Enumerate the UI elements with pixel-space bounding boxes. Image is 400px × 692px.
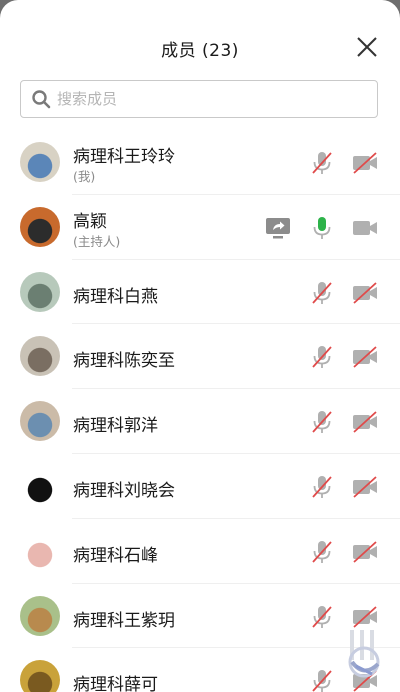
member-name: 病理科白燕 — [73, 286, 158, 307]
search-box[interactable] — [20, 80, 378, 118]
member-avatar — [20, 660, 60, 692]
sheet-header: 成员 (23) — [0, 0, 400, 78]
member-name: 病理科陈奕至 — [73, 351, 175, 372]
member-name: 病理科王紫玥 — [73, 610, 175, 631]
member-avatar — [20, 206, 60, 247]
members-sheet: 成员 (23) 病理科王玲玲 (我) 高颖(主持人) 病理科白燕病理科陈奕至病理科郭洋… — [0, 0, 400, 692]
member-row[interactable]: 病理科郭洋 — [0, 389, 400, 454]
member-avatar — [20, 401, 60, 442]
member-row[interactable]: 病理科白燕 — [0, 260, 400, 325]
screen-share-icon[interactable] — [264, 215, 292, 241]
microphone-muted-icon[interactable] — [308, 344, 336, 370]
page-title: 成员 (23) — [161, 41, 239, 61]
member-avatar — [20, 530, 60, 571]
member-name: 病理科王玲玲 — [73, 147, 175, 167]
camera-off-icon[interactable] — [351, 344, 379, 370]
member-avatar — [20, 271, 60, 312]
camera-off-icon[interactable] — [351, 150, 379, 176]
member-row[interactable]: 病理科陈奕至 — [0, 324, 400, 389]
member-avatar — [20, 465, 60, 506]
microphone-muted-icon[interactable] — [308, 280, 336, 306]
microphone-muted-icon[interactable] — [308, 668, 336, 692]
member-row[interactable]: 病理科王玲玲 (我) — [0, 130, 400, 195]
member-row[interactable]: 高颖 (主持人) — [0, 195, 400, 260]
member-name: 高颖 — [73, 211, 107, 232]
member-row[interactable]: 病理科石峰 — [0, 519, 400, 584]
member-role-tag: (主持人) — [73, 233, 121, 249]
member-list: 病理科王玲玲 (我) 高颖 (主持人) 病理科白燕 病理科陈奕至 病理科郭洋 病理科刘晓会 病理… — [0, 130, 400, 692]
camera-off-icon[interactable] — [351, 604, 379, 630]
search-input[interactable] — [57, 90, 357, 108]
watermark-logo — [348, 630, 380, 678]
member-name: 病理科郭洋 — [73, 416, 158, 437]
member-row[interactable]: 病理科刘晓会 — [0, 454, 400, 519]
camera-off-icon[interactable] — [351, 409, 379, 435]
member-role-tag: (我) — [73, 169, 96, 184]
microphone-muted-icon[interactable] — [308, 150, 336, 176]
camera-off-icon[interactable] — [351, 474, 379, 500]
search-icon — [32, 90, 51, 109]
member-avatar — [20, 142, 60, 182]
close-button[interactable] — [356, 36, 378, 58]
member-avatar — [20, 595, 60, 636]
member-row[interactable]: 病理科王紫玥 — [0, 584, 400, 649]
member-name: 病理科石峰 — [73, 545, 158, 566]
microphone-icon[interactable] — [308, 215, 336, 241]
camera-off-icon[interactable] — [351, 280, 379, 306]
camera-off-icon[interactable] — [351, 539, 379, 565]
microphone-muted-icon[interactable] — [308, 474, 336, 500]
microphone-muted-icon[interactable] — [308, 604, 336, 630]
camera-icon[interactable] — [351, 215, 379, 241]
member-name: 病理科刘晓会 — [73, 480, 175, 501]
member-name: 病理科薛可 — [73, 675, 158, 692]
member-row[interactable]: 病理科薛可 — [0, 648, 400, 692]
member-avatar — [20, 336, 60, 377]
microphone-muted-icon[interactable] — [308, 409, 336, 435]
microphone-muted-icon[interactable] — [308, 539, 336, 565]
close-icon — [357, 37, 377, 57]
